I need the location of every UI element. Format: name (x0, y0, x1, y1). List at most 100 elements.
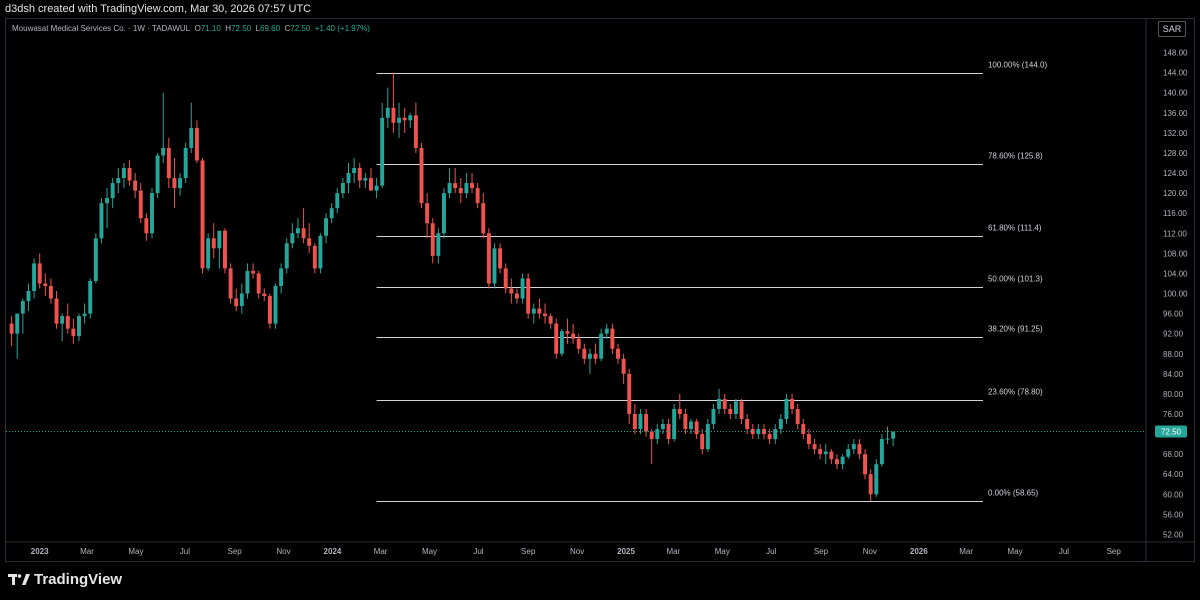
y-tick-label: 112.00 (1163, 229, 1187, 238)
y-tick-label: 88.00 (1163, 350, 1184, 359)
x-tick-label: Sep (521, 547, 536, 556)
candle-body (312, 245, 317, 269)
y-tick-label: 80.00 (1163, 390, 1184, 399)
candle-body (660, 424, 665, 430)
candle-body (20, 301, 25, 314)
candle-body (121, 168, 126, 179)
candle-body (60, 316, 65, 324)
candle-body (677, 408, 682, 414)
candle-body (307, 238, 312, 246)
fib-level-label: 23.60% (78.80) (988, 388, 1043, 397)
tradingview-logo-icon (8, 574, 30, 585)
candle-body (576, 338, 581, 349)
candle-body (778, 419, 783, 430)
candle-body (863, 454, 868, 475)
x-tick-label: Mar (374, 547, 388, 556)
candle-body (200, 160, 205, 269)
candle-body (363, 178, 368, 181)
low-value: 69.60 (260, 24, 281, 33)
brand-logo[interactable]: TradingView (8, 571, 122, 588)
candle-body (621, 358, 626, 374)
x-tick-label: Jul (1059, 547, 1069, 556)
candle-body (82, 313, 87, 317)
x-tick-label: 2026 (910, 547, 928, 556)
y-tick-label: 120.00 (1163, 189, 1188, 198)
candle-body (189, 127, 194, 148)
candle-body (644, 413, 649, 432)
candle-body (77, 316, 81, 337)
candle-body (565, 331, 570, 334)
candle-body (391, 107, 396, 123)
candle-body (587, 353, 592, 359)
x-tick-label: May (1007, 547, 1022, 556)
candle-body (223, 230, 227, 269)
candle-body (357, 168, 362, 181)
candle-body (329, 208, 334, 219)
candle-body (531, 308, 536, 314)
candle-body (144, 218, 149, 234)
candle-body (503, 268, 508, 289)
open-value: 71.10 (200, 24, 221, 33)
candle-body (711, 408, 716, 425)
candle-body (548, 316, 553, 324)
candle-body (267, 296, 272, 324)
candle-body (492, 248, 497, 284)
x-tick-label: Jul (473, 547, 483, 556)
candle-body (773, 429, 778, 440)
candle-body (211, 238, 216, 249)
candle-body (745, 419, 750, 430)
x-tick-label: Mar (80, 547, 94, 556)
candle-body (559, 331, 564, 354)
x-tick-label: Mar (666, 547, 680, 556)
y-tick-label: 124.00 (1163, 169, 1188, 178)
candle-body (790, 398, 795, 409)
y-tick-label: 136.00 (1163, 109, 1188, 118)
candle-body (627, 373, 632, 414)
y-tick-label: 148.00 (1163, 49, 1188, 58)
candle-body (851, 444, 856, 450)
y-tick-label: 52.00 (1163, 530, 1184, 539)
x-tick-label: Nov (863, 547, 877, 556)
candle-body (290, 233, 295, 244)
y-tick-label: 144.00 (1163, 69, 1188, 78)
x-tick-label: May (715, 547, 730, 556)
candle-body (245, 270, 250, 294)
candle-body (206, 238, 211, 269)
y-tick-label: 96.00 (1163, 310, 1184, 319)
candle-body (116, 178, 121, 184)
candle-body (453, 183, 458, 189)
candle-body (346, 173, 351, 184)
y-tick-label: 92.00 (1163, 330, 1184, 339)
x-tick-label: May (128, 547, 143, 556)
candle-body (593, 353, 598, 359)
x-tick-label: Nov (276, 547, 290, 556)
y-tick-label: 100.00 (1163, 290, 1188, 299)
x-tick-label: 2025 (617, 547, 635, 556)
candle-body (251, 270, 256, 274)
x-tick-label: Sep (1107, 547, 1122, 556)
candle-body (65, 316, 70, 329)
candle-body (846, 449, 851, 457)
candle-body (194, 127, 199, 161)
candle-body (481, 203, 486, 234)
x-tick-label: Nov (570, 547, 584, 556)
candle-body (374, 185, 379, 191)
currency-button[interactable]: SAR (1158, 21, 1186, 37)
candlestick-chart[interactable]: 52.0056.0060.0064.0068.0072.0076.0080.00… (0, 0, 1200, 600)
candle-body (885, 438, 890, 440)
candle-body (26, 291, 31, 302)
candle-body (509, 288, 514, 294)
candle-body (138, 190, 143, 219)
y-tick-label: 140.00 (1163, 89, 1188, 98)
symbol-name[interactable]: Mouwasat Medical Services Co. · 1W · TAD… (12, 24, 190, 33)
candle-body (413, 115, 418, 148)
candle-body (582, 348, 587, 359)
candle-body (498, 248, 503, 269)
candle-body (604, 328, 609, 334)
candle-body (879, 439, 884, 465)
y-tick-label: 60.00 (1163, 490, 1184, 499)
candle-body (380, 117, 385, 186)
y-tick-label: 108.00 (1163, 249, 1188, 258)
candle-body (37, 263, 42, 284)
candle-body (458, 188, 463, 194)
